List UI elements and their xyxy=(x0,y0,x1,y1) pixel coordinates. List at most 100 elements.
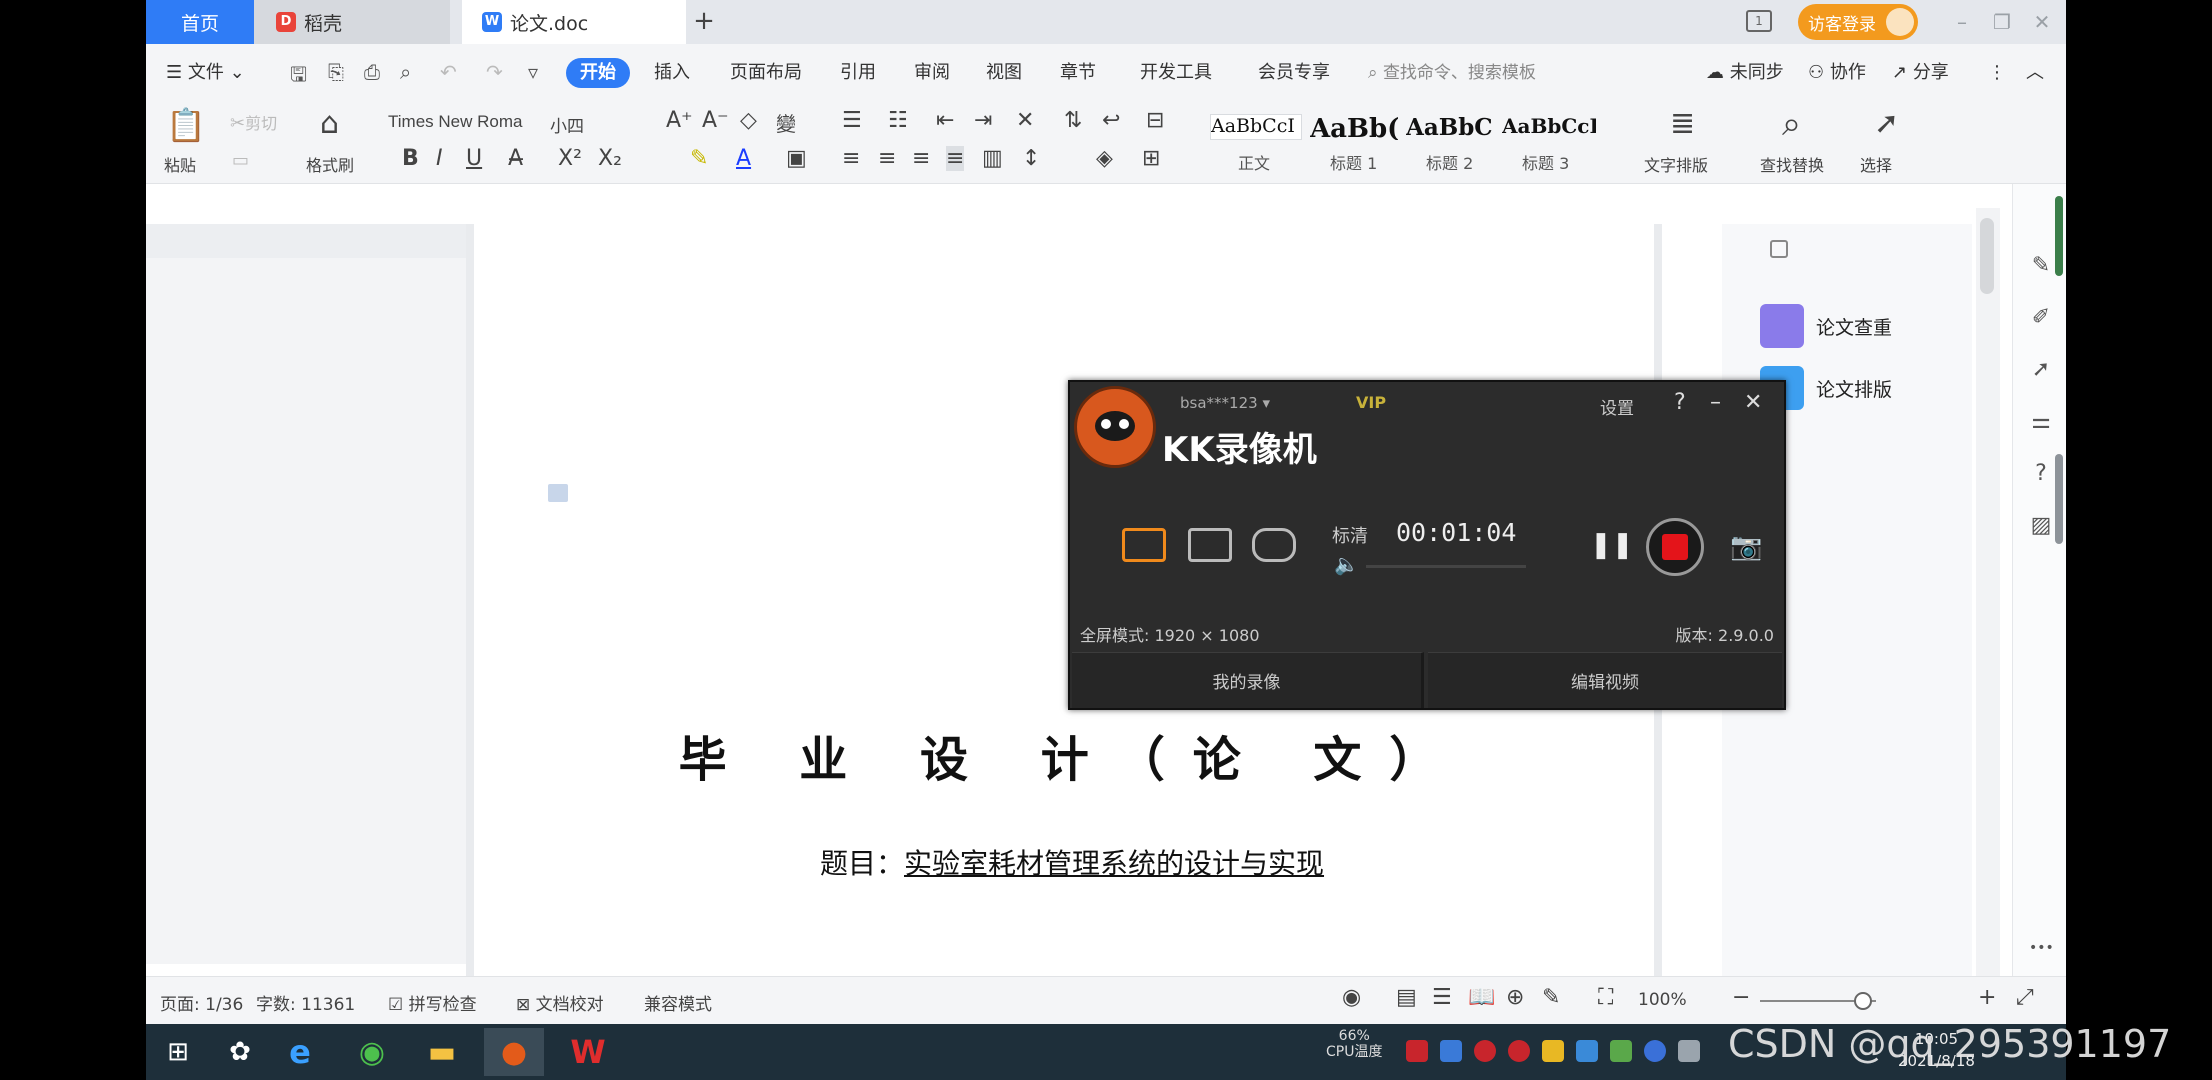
print-icon[interactable]: ⎙ xyxy=(364,60,380,84)
page-indicator[interactable]: 页面: 1/36 xyxy=(160,990,243,1015)
menu-developer[interactable]: 开发工具 xyxy=(1140,58,1212,88)
restore-icon[interactable]: ❐ xyxy=(1986,6,2018,38)
chinese-layout-icon[interactable]: ✕ xyxy=(1016,108,1034,133)
kk-recorder-window[interactable]: bsa***123 ▾ VIP 设置 ? – ✕ KK录像机 标清 00:01:… xyxy=(1068,380,1786,710)
wps-taskbar-icon[interactable]: W xyxy=(558,1028,618,1076)
zoom-out-icon[interactable]: − xyxy=(1732,985,1750,1010)
ie-browser-icon[interactable]: e xyxy=(270,1028,330,1076)
tray-penguin-icon[interactable] xyxy=(1474,1040,1496,1062)
menu-view[interactable]: 视图 xyxy=(986,58,1022,88)
increase-indent-icon[interactable]: ⇥ xyxy=(974,108,992,133)
sort-icon[interactable]: ⇅ xyxy=(1064,108,1082,133)
close-icon[interactable]: ✕ xyxy=(2026,6,2058,38)
tab-daoke[interactable]: D 稻壳 xyxy=(254,0,450,44)
tray-green-icon[interactable] xyxy=(1610,1040,1632,1062)
window-mode-icon[interactable] xyxy=(1188,528,1232,562)
paste-options-icon[interactable] xyxy=(548,484,568,502)
edit-video-button[interactable]: 编辑视频 xyxy=(1428,652,1782,708)
pen-icon[interactable]: ✐ xyxy=(2029,306,2053,330)
network-icon[interactable] xyxy=(1678,1040,1700,1062)
record-stop-button[interactable] xyxy=(1646,518,1704,576)
zoom-in-icon[interactable]: + xyxy=(1978,985,1996,1010)
vertical-scrollbar[interactable] xyxy=(1976,208,2000,976)
more-icon[interactable]: ⋮ xyxy=(1988,58,2006,88)
font-color-icon[interactable]: A xyxy=(736,146,751,171)
format-painter-icon[interactable]: ⌂ xyxy=(320,106,339,141)
collapse-ribbon-icon[interactable]: ︿ xyxy=(2026,58,2044,88)
share-button[interactable]: ↗ 分享 xyxy=(1892,58,1949,88)
sync-status[interactable]: ☁ 未同步 xyxy=(1706,58,1784,88)
shrink-font-icon[interactable]: A⁻ xyxy=(702,108,729,133)
export-icon[interactable]: ⎘ xyxy=(328,60,344,84)
underline-icon[interactable]: U xyxy=(466,146,482,171)
kk-recorder-taskbar-icon[interactable]: ● xyxy=(484,1028,544,1076)
find-replace-icon[interactable]: ⌕ xyxy=(1782,104,1801,144)
page-view-icon[interactable]: ▤ xyxy=(1396,985,1417,1010)
menu-chapter[interactable]: 章节 xyxy=(1060,58,1096,88)
file-explorer-icon[interactable]: ▬ xyxy=(412,1028,472,1076)
tray-penguin2-icon[interactable] xyxy=(1508,1040,1530,1062)
minimize-icon[interactable]: – xyxy=(1946,6,1978,38)
decrease-indent-icon[interactable]: ⇤ xyxy=(936,108,954,133)
grow-font-icon[interactable]: A⁺ xyxy=(666,108,693,133)
collaborate-button[interactable]: ⚇ 协作 xyxy=(1808,58,1866,88)
customize-dropdown-icon[interactable]: ▿ xyxy=(528,60,538,84)
more-dots-icon[interactable]: ••• xyxy=(2029,936,2054,960)
bluetooth-icon[interactable] xyxy=(1644,1040,1666,1062)
kk-username[interactable]: bsa***123 ▾ xyxy=(1180,394,1270,412)
web-view-icon[interactable]: ⊕ xyxy=(1506,985,1524,1010)
scrollbar-thumb[interactable] xyxy=(1980,218,1994,294)
borders-icon[interactable]: ⊞ xyxy=(1142,146,1160,171)
outline-view-icon[interactable]: ☰ xyxy=(1432,985,1452,1010)
menu-review[interactable]: 审阅 xyxy=(914,58,950,88)
add-tab-button[interactable]: + xyxy=(688,6,720,38)
style-normal-preview[interactable]: AaBbCcI xyxy=(1210,114,1302,140)
table-icon[interactable]: ⊟ xyxy=(1146,108,1164,133)
guest-login-button[interactable]: 访客登录 xyxy=(1798,4,1918,40)
spellcheck-button[interactable]: ☑ 拼写检查 xyxy=(388,990,477,1015)
tray-yellow-icon[interactable] xyxy=(1542,1040,1564,1062)
volume-slider[interactable] xyxy=(1366,565,1526,568)
tray-blue-icon[interactable] xyxy=(1576,1040,1598,1062)
my-recordings-button[interactable]: 我的录像 xyxy=(1072,652,1424,708)
fullscreen-icon[interactable]: ⤢ xyxy=(2016,985,2034,1010)
clear-format-icon[interactable]: ◇ xyxy=(740,108,757,133)
browser-green-icon[interactable]: ◉ xyxy=(342,1028,402,1076)
gamepad-mode-icon[interactable] xyxy=(1252,528,1296,562)
kk-quality-select[interactable]: 标清 xyxy=(1332,522,1368,548)
select-cursor-icon[interactable]: ➚ xyxy=(1874,106,1899,141)
numbered-list-icon[interactable]: ☷ xyxy=(888,108,908,133)
zoom-level[interactable]: 100% xyxy=(1638,990,1687,1010)
align-left-icon[interactable]: ≡ xyxy=(842,146,860,171)
adjust-icon[interactable]: ⚌ xyxy=(2029,410,2053,434)
tab-home[interactable]: 首页 xyxy=(146,0,254,44)
undo-icon[interactable]: ↶ xyxy=(440,60,457,84)
menu-member[interactable]: 会员专享 xyxy=(1258,58,1330,88)
strikethrough-icon[interactable]: A̶ xyxy=(508,146,523,171)
subscript-icon[interactable]: X₂ xyxy=(598,146,622,171)
align-center-icon[interactable]: ≡ xyxy=(878,146,896,171)
file-menu[interactable]: ☰ 文件 ⌄ xyxy=(166,58,245,88)
align-right-icon[interactable]: ≡ xyxy=(912,146,930,171)
cursor-icon[interactable]: ➚ xyxy=(2029,358,2053,382)
font-size-select[interactable]: 小四 xyxy=(550,112,584,137)
kk-vip-badge[interactable]: VIP xyxy=(1356,393,1386,412)
pause-icon[interactable]: ❚❚ xyxy=(1590,530,1634,560)
phonetic-icon[interactable]: 變 xyxy=(776,108,796,137)
paper-check-item[interactable]: 论文查重 xyxy=(1760,302,1892,350)
kk-close-icon[interactable]: ✕ xyxy=(1744,390,1762,415)
proofread-button[interactable]: ⊠ 文档校对 xyxy=(516,990,604,1015)
command-search[interactable]: ⌕ 查找命令、搜索模板 xyxy=(1368,58,1618,88)
print-preview-icon[interactable]: ⌕ xyxy=(400,60,411,84)
shading-icon[interactable]: ◈ xyxy=(1096,146,1113,171)
style-heading3-preview[interactable]: AaBbCcI xyxy=(1502,114,1596,140)
kk-help-icon[interactable]: ? xyxy=(1674,390,1686,415)
menu-page-layout[interactable]: 页面布局 xyxy=(730,58,802,88)
menu-start[interactable]: 开始 xyxy=(566,58,630,88)
eye-protection-icon[interactable]: ◉ xyxy=(1342,985,1361,1010)
distribute-icon[interactable]: ▥ xyxy=(982,146,1003,171)
fullscreen-mode-icon[interactable] xyxy=(1122,528,1166,562)
show-marks-icon[interactable]: ↩ xyxy=(1102,108,1120,133)
tray-red-icon[interactable] xyxy=(1406,1040,1428,1062)
menu-insert[interactable]: 插入 xyxy=(654,58,690,88)
